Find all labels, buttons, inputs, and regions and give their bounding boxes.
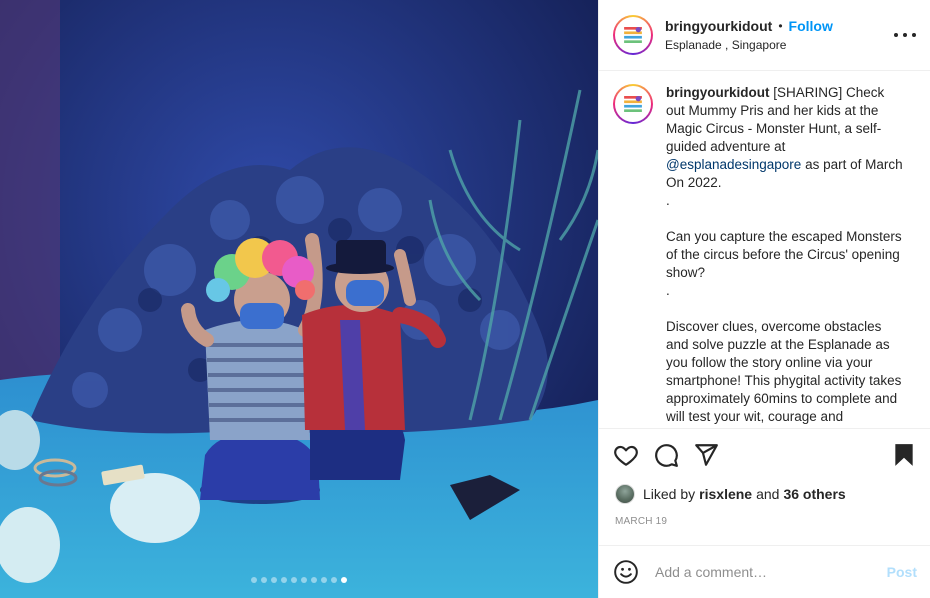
carousel-indicator [0,577,598,583]
post-photo[interactable] [0,0,598,598]
share-icon[interactable] [693,442,719,468]
post-header: bringyourkidout • Follow Esplanade , Sin… [599,0,930,71]
post-details-panel: bringyourkidout • Follow Esplanade , Sin… [598,0,930,598]
action-bar [599,428,930,480]
comment-input[interactable] [655,564,887,580]
logo-icon [617,88,649,120]
carousel-dot[interactable] [251,577,257,583]
liker-avatar[interactable] [615,484,635,504]
comment-icon[interactable] [653,442,679,468]
header-separator: • [778,19,783,33]
liker-username[interactable]: risxlene [699,486,752,502]
caption-area[interactable]: bringyourkidout [SHARING] Check out Mumm… [599,72,930,428]
carousel-dot[interactable] [271,577,277,583]
carousel-dot[interactable] [341,577,347,583]
more-options-icon[interactable] [894,25,916,45]
post-date[interactable]: MARCH 19 [615,516,667,527]
location-link[interactable]: Esplanade , Singapore [665,38,833,52]
caption-body-end: as part of March On 2022. . Can you capt… [666,157,903,428]
caption-text: bringyourkidout [SHARING] Check out Mumm… [666,84,906,428]
carousel-dot[interactable] [261,577,267,583]
carousel-dot[interactable] [321,577,327,583]
emoji-icon[interactable] [613,559,639,585]
carousel-dot[interactable] [281,577,287,583]
post-comment-button[interactable]: Post [887,564,917,580]
carousel-dot[interactable] [291,577,297,583]
likes-others-link[interactable]: 36 others [783,486,845,502]
caption-avatar[interactable] [613,84,653,124]
follow-button[interactable]: Follow [789,18,833,34]
carousel-dot[interactable] [331,577,337,583]
comment-bar: Post [599,545,930,598]
photo-illustration [0,0,598,598]
avatar[interactable] [613,15,653,55]
carousel-dot[interactable] [301,577,307,583]
caption-mention[interactable]: @esplanadesingapore [666,157,801,172]
likes-summary: Liked by risxlene and 36 others [615,484,850,504]
caption-username[interactable]: bringyourkidout [666,85,770,100]
carousel-dot[interactable] [311,577,317,583]
likes-joiner: and [756,486,780,502]
heart-icon[interactable] [613,442,639,468]
likes-prefix: Liked by [643,486,696,502]
logo-icon [617,19,649,51]
header-username[interactable]: bringyourkidout [665,18,772,34]
bookmark-icon[interactable] [891,442,917,468]
